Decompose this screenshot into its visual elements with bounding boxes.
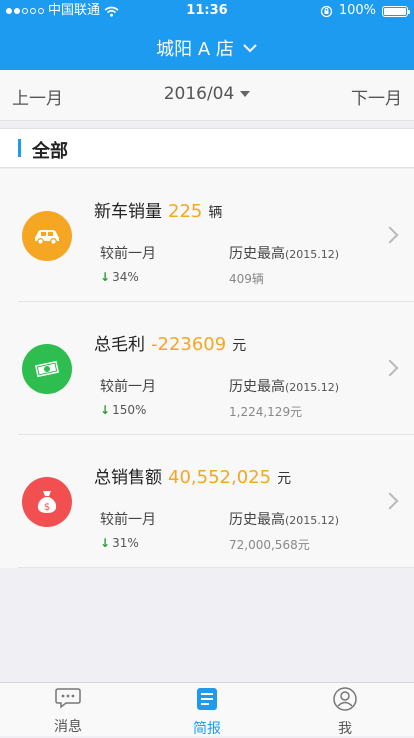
battery-icon: [382, 5, 410, 17]
history-high-text: 历史最高: [229, 512, 285, 528]
history-high-text: 历史最高: [229, 246, 285, 262]
arrow-down-icon: ↓: [100, 270, 111, 284]
message-icon: [55, 687, 81, 713]
tab-label: 我: [338, 721, 352, 737]
metric-name: 总毛利: [94, 335, 145, 355]
caret-down-icon: [240, 91, 251, 97]
arrow-down-icon: ↓: [100, 403, 111, 417]
compare-value: ↓ 31%: [100, 536, 139, 550]
compare-label: 较前一月: [100, 512, 156, 528]
compare-percent: 150%: [112, 403, 147, 417]
metric-value: 40,552,025: [168, 467, 272, 488]
chevron-down-icon: [242, 43, 258, 53]
compare-label: 较前一月: [100, 246, 156, 262]
tab-label: 消息: [54, 719, 82, 735]
top-header: 中国联通 11:36 100% 城阳 A 店: [0, 0, 414, 70]
history-high-label: 历史最高(2015.12): [229, 243, 339, 263]
metric-card-gross-profit[interactable]: 总毛利 -223609 元 较前一月 ↓ 150% 历史最高(2015.12) …: [0, 302, 414, 435]
metric-unit: 元: [277, 471, 292, 487]
car-icon: [22, 211, 72, 261]
metric-value: -223609: [151, 334, 227, 355]
tab-report[interactable]: 简报: [167, 687, 247, 738]
history-high-value: 409辆: [229, 272, 264, 286]
money-icon: [22, 344, 72, 394]
history-high-value: 72,000,568元: [229, 538, 310, 552]
history-high-value: 1,224,129元: [229, 405, 303, 419]
status-bar: 中国联通 11:36 100%: [0, 0, 414, 22]
profile-icon: [333, 687, 357, 715]
history-high-label: 历史最高(2015.12): [229, 509, 339, 529]
tab-label: 简报: [193, 721, 221, 737]
compare-percent: 31%: [112, 536, 139, 550]
metric-line: 总销售额 40,552,025 元: [94, 463, 291, 488]
history-high-label: 历史最高(2015.12): [229, 376, 339, 396]
month-navigation: 上一月 2016/04 下一月: [0, 70, 414, 121]
battery-percent: 100%: [338, 3, 376, 18]
store-selector[interactable]: 城阳 A 店: [0, 30, 414, 66]
next-month-button[interactable]: 下一月: [351, 84, 402, 109]
status-right: 100%: [320, 0, 410, 22]
tab-me[interactable]: 我: [305, 687, 385, 738]
page-title: 城阳 A 店: [156, 39, 234, 60]
report-icon: [196, 687, 218, 715]
bottom-tab-bar: 消息 简报 我: [0, 682, 414, 738]
metric-name: 新车销量: [94, 202, 162, 222]
metric-line: 总毛利 -223609 元: [94, 330, 246, 355]
metric-card-total-sales[interactable]: $ 总销售额 40,552,025 元 较前一月 ↓ 31% 历史最高(2015…: [0, 435, 414, 568]
section-accent-bar: [18, 139, 21, 157]
current-month-label: 2016/04: [163, 84, 235, 104]
arrow-down-icon: ↓: [100, 536, 111, 550]
history-high-text: 历史最高: [229, 379, 285, 395]
chevron-right-icon: [381, 226, 399, 244]
metric-unit: 辆: [208, 205, 223, 221]
metric-line: 新车销量 225 辆: [94, 197, 222, 222]
compare-value: ↓ 34%: [100, 270, 139, 284]
rotation-lock-icon: [320, 5, 333, 18]
metric-name: 总销售额: [94, 468, 162, 488]
svg-text:$: $: [44, 502, 50, 513]
metric-card-new-car-sales[interactable]: 新车销量 225 辆 较前一月 ↓ 34% 历史最高(2015.12) 409辆: [0, 169, 414, 302]
section-header: 全部: [0, 128, 414, 168]
compare-value: ↓ 150%: [100, 403, 146, 417]
compare-percent: 34%: [112, 270, 139, 284]
history-high-period: (2015.12): [285, 514, 340, 527]
metric-unit: 元: [232, 338, 247, 354]
metric-value: 225: [168, 201, 203, 222]
history-high-period: (2015.12): [285, 248, 340, 261]
history-high-period: (2015.12): [285, 381, 340, 394]
divider: [18, 567, 414, 568]
tab-messages[interactable]: 消息: [28, 687, 108, 736]
money-bag-icon: $: [22, 477, 72, 527]
section-title: 全部: [32, 141, 68, 162]
chevron-right-icon: [381, 359, 399, 377]
compare-label: 较前一月: [100, 379, 156, 395]
chevron-right-icon: [381, 492, 399, 510]
